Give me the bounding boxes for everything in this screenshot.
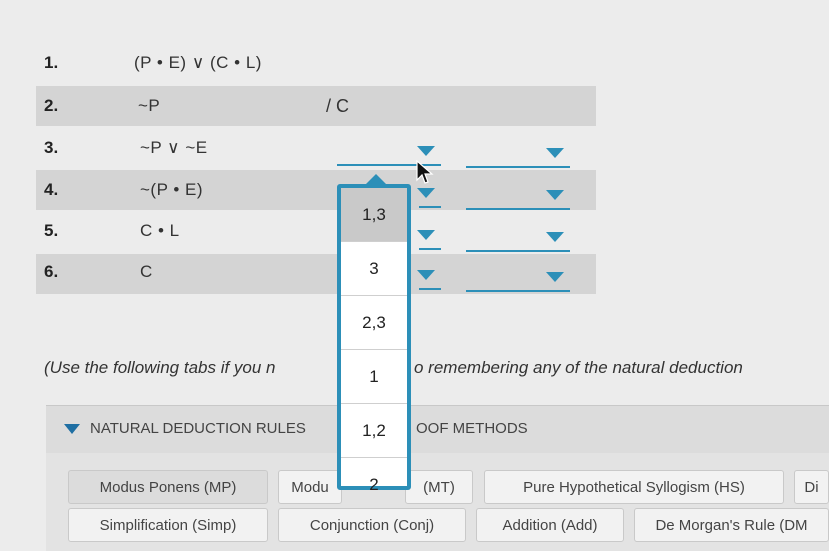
dropdown-arrow-icon [417, 146, 435, 156]
listbox-option[interactable]: 2 [341, 458, 407, 512]
rule-tab-modus-tollens-left[interactable]: Modu [278, 470, 342, 504]
proof-row-2 [36, 86, 596, 126]
line-5-rule-dropdown[interactable] [466, 226, 570, 252]
line-3-rule-dropdown[interactable] [466, 142, 570, 168]
listbox-caret-icon [365, 174, 387, 185]
line-6-lines-dropdown[interactable] [411, 264, 441, 290]
listbox-option[interactable]: 2,3 [341, 296, 407, 350]
dropdown-arrow-icon [417, 230, 435, 240]
rule-tab-addition[interactable]: Addition (Add) [476, 508, 624, 542]
derived-statement: C • L [140, 221, 180, 240]
proof-row-1 [36, 44, 596, 84]
help-note-left: (Use the following tabs if you n [44, 358, 276, 377]
page: 1. (P • E) ∨ (C • L) 2. ~P / C 3. ~P ∨ ~… [0, 0, 829, 551]
collapse-triangle-icon[interactable] [64, 424, 80, 434]
dropdown-arrow-icon [546, 272, 564, 282]
derived-statement: ~(P • E) [140, 180, 204, 199]
dropdown-arrow-icon [546, 148, 564, 158]
premise-statement: ~P [138, 96, 161, 115]
mouse-pointer-icon [416, 160, 434, 184]
rule-tab-disjunctive-syllogism[interactable]: Di [794, 470, 829, 504]
help-note-right: o remembering any of the natural deducti… [414, 358, 743, 377]
dropdown-arrow-icon [417, 188, 435, 198]
listbox-option[interactable]: 1,2 [341, 404, 407, 458]
line-number: 2. [44, 96, 59, 115]
line-5-lines-dropdown[interactable] [411, 224, 441, 250]
rule-tab-modus-tollens-right[interactable]: (MT) [405, 470, 473, 504]
derived-statement: C [140, 262, 153, 281]
rule-tab-de-morgans[interactable]: De Morgan's Rule (DM [634, 508, 829, 542]
line-6-rule-dropdown[interactable] [466, 266, 570, 292]
rule-tab-conjunction[interactable]: Conjunction (Conj) [278, 508, 466, 542]
listbox-option[interactable]: 1 [341, 350, 407, 404]
line-number: 3. [44, 138, 59, 157]
rule-tab-modus-ponens[interactable]: Modus Ponens (MP) [68, 470, 268, 504]
dropdown-arrow-icon [417, 270, 435, 280]
premise-statement: (P • E) ∨ (C • L) [134, 53, 262, 72]
dropdown-arrow-icon [546, 190, 564, 200]
dropdown-arrow-icon [546, 232, 564, 242]
line-number: 5. [44, 221, 59, 240]
derived-statement: ~P ∨ ~E [140, 138, 208, 157]
rule-tab-simplification[interactable]: Simplification (Simp) [68, 508, 268, 542]
listbox-option[interactable]: 3 [341, 242, 407, 296]
line-number: 1. [44, 53, 59, 72]
line-number: 4. [44, 180, 59, 199]
line-numbers-listbox[interactable]: 1,3 3 2,3 1 1,2 2 [337, 174, 411, 494]
proof-methods-tab[interactable]: OOF METHODS [416, 420, 528, 437]
listbox-option[interactable]: 1,3 [341, 188, 407, 242]
rule-tab-hypothetical-syllogism[interactable]: Pure Hypothetical Syllogism (HS) [484, 470, 784, 504]
line-4-rule-dropdown[interactable] [466, 184, 570, 210]
line-number: 6. [44, 262, 59, 281]
conclusion-marker: / C [326, 96, 350, 116]
natural-deduction-rules-tab[interactable]: NATURAL DEDUCTION RULES [90, 420, 306, 437]
